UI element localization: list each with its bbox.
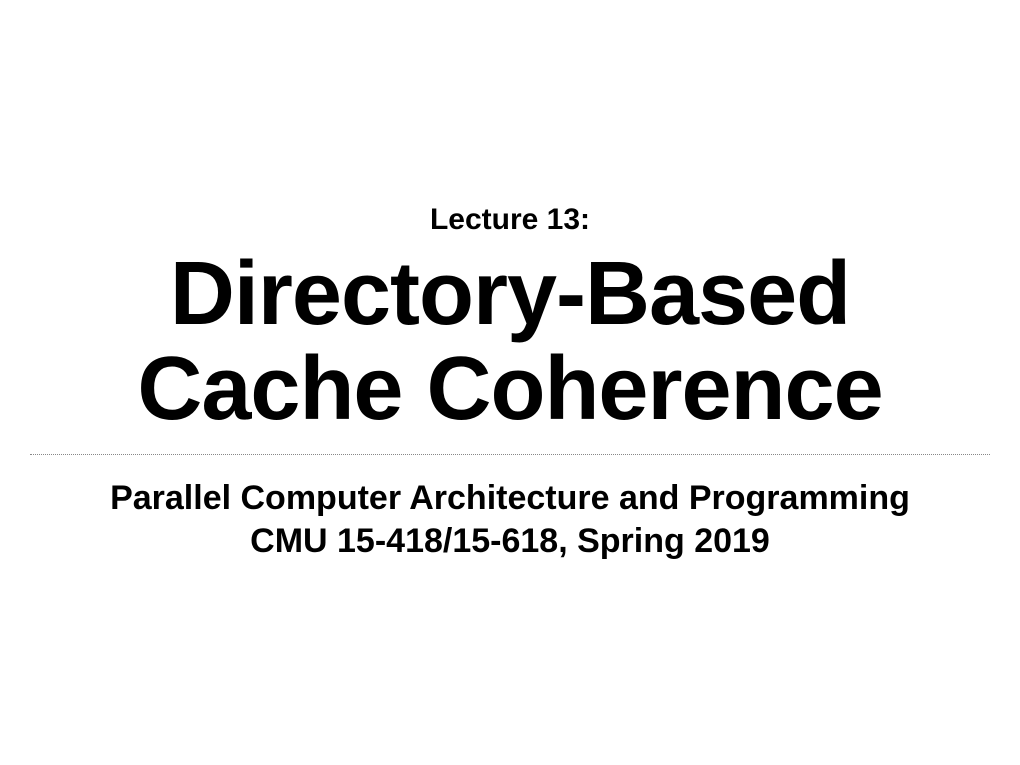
slide-title: Directory-Based Cache Coherence xyxy=(30,247,990,436)
divider-line xyxy=(30,454,990,455)
subtitle-line-1: Parallel Computer Architecture and Progr… xyxy=(110,479,910,517)
lecture-title-slide: Lecture 13: Directory-Based Cache Cohere… xyxy=(0,203,1020,562)
title-line-2: Cache Coherence xyxy=(137,339,882,439)
slide-subtitle: Parallel Computer Architecture and Progr… xyxy=(30,477,990,562)
lecture-number-label: Lecture 13: xyxy=(30,203,990,237)
title-line-1: Directory-Based xyxy=(170,244,850,344)
subtitle-line-2: CMU 15-418/15-618, Spring 2019 xyxy=(250,522,770,560)
